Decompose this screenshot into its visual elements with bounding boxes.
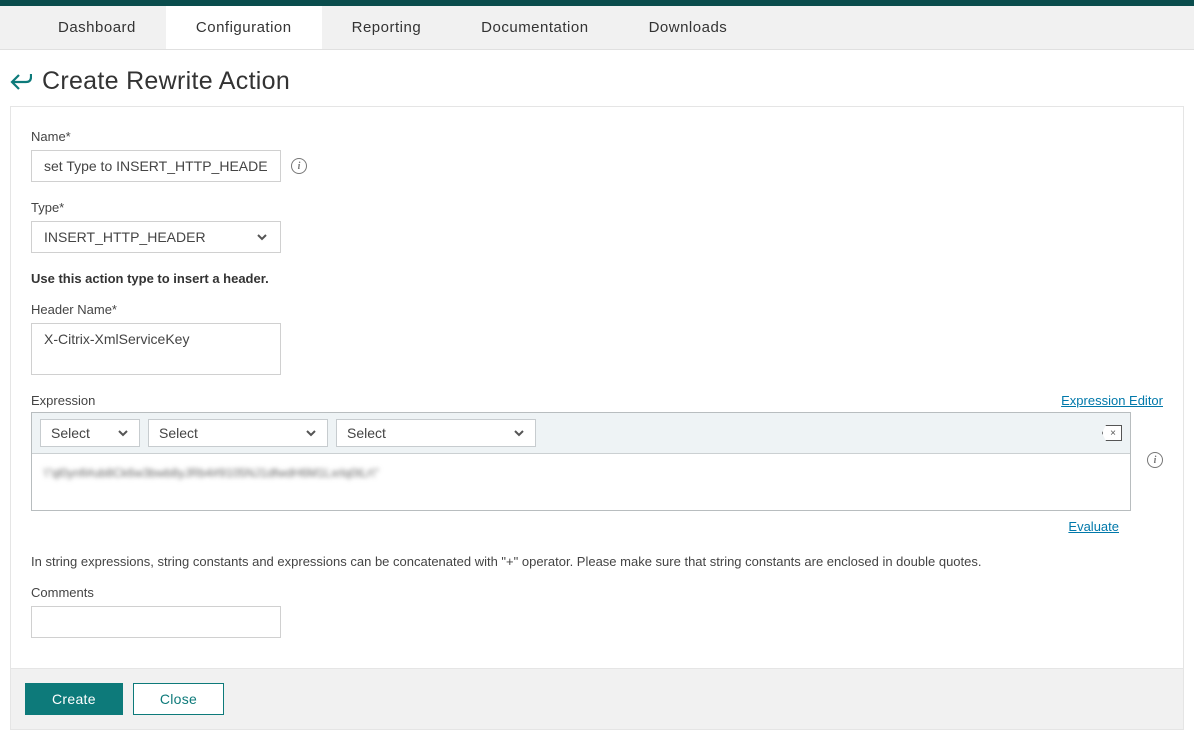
page-title: Create Rewrite Action (42, 67, 290, 96)
info-icon[interactable]: i (291, 158, 307, 174)
expression-label: Expression (31, 393, 95, 408)
main-nav: Dashboard Configuration Reporting Docume… (0, 6, 1194, 50)
form-area: Name* i Type* INSERT_HTTP_HEADER Use thi… (10, 106, 1184, 669)
comments-input[interactable] (31, 606, 281, 638)
clear-expression-icon[interactable]: × (1102, 425, 1122, 441)
close-button[interactable]: Close (133, 683, 224, 715)
type-hint: Use this action type to insert a header. (31, 271, 1163, 286)
create-button[interactable]: Create (25, 683, 123, 715)
expression-box: Select Select Select × \"ql0ynfi#ub8Ck6w… (31, 412, 1131, 511)
nav-configuration[interactable]: Configuration (166, 6, 322, 49)
expression-editor-link[interactable]: Expression Editor (1061, 393, 1163, 408)
nav-documentation[interactable]: Documentation (451, 6, 618, 49)
name-input[interactable] (31, 150, 281, 182)
comments-label: Comments (31, 585, 1163, 600)
type-select[interactable]: INSERT_HTTP_HEADER (31, 221, 281, 253)
nav-downloads[interactable]: Downloads (619, 6, 758, 49)
name-label: Name* (31, 129, 1163, 144)
nav-dashboard[interactable]: Dashboard (28, 6, 166, 49)
expression-toolbar: Select Select Select × (32, 413, 1130, 454)
chevron-down-icon (117, 427, 129, 439)
chevron-down-icon (256, 231, 268, 243)
type-label: Type* (31, 200, 1163, 215)
expr-select-2[interactable]: Select (148, 419, 328, 447)
nav-reporting[interactable]: Reporting (322, 6, 452, 49)
expr-select-1[interactable]: Select (40, 419, 140, 447)
chevron-down-icon (305, 427, 317, 439)
evaluate-link[interactable]: Evaluate (1068, 519, 1119, 534)
header-name-label: Header Name* (31, 302, 1163, 317)
expr-select-3[interactable]: Select (336, 419, 536, 447)
header-name-input[interactable]: X-Citrix-XmlServiceKey (31, 323, 281, 375)
title-row: Create Rewrite Action (0, 50, 1194, 106)
type-select-value: INSERT_HTTP_HEADER (44, 229, 206, 245)
footer: Create Close (10, 669, 1184, 730)
info-icon[interactable]: i (1147, 452, 1163, 468)
back-arrow-icon[interactable] (10, 72, 32, 92)
chevron-down-icon (513, 427, 525, 439)
expression-textarea[interactable]: \"ql0ynfi#ub8Ck6w3bwb8yJRb4#9105NJ1dfwdH… (32, 454, 1130, 510)
expression-hint: In string expressions, string constants … (31, 554, 1163, 569)
